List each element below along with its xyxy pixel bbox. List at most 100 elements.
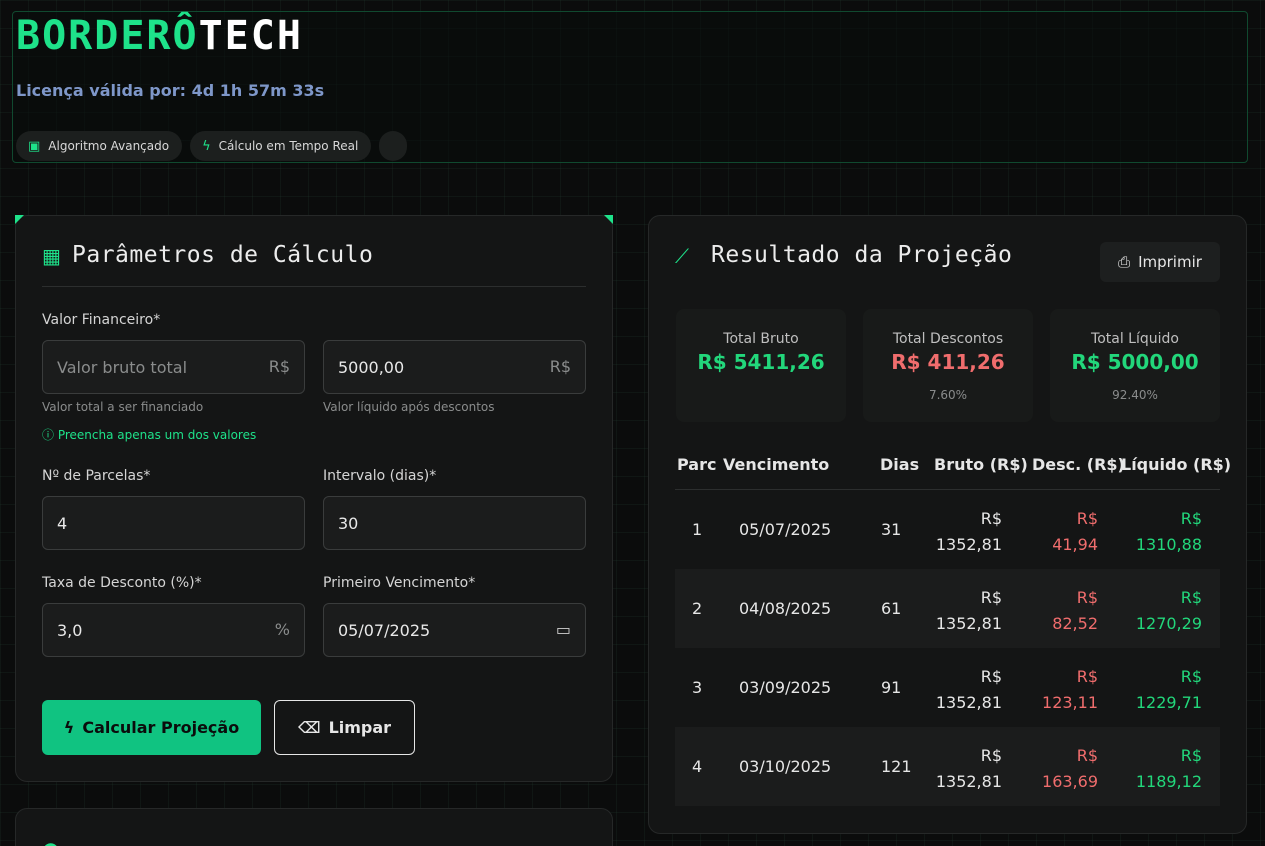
vencimento-value: 05/07/2025	[338, 620, 431, 640]
cell-vencimento: 04/08/2025	[739, 599, 832, 618]
logo-part2: TECH	[198, 13, 303, 59]
print-button[interactable]: ⎙ Imprimir	[1100, 242, 1220, 282]
stat-total-bruto: Total Bruto R$ 5411,26	[676, 309, 846, 422]
parcelas-input[interactable]: 4	[42, 496, 305, 550]
cell-desc: R$ 123,11	[1042, 667, 1098, 712]
bruto-hint: Valor total a ser financiado	[42, 400, 204, 414]
divider	[42, 286, 586, 287]
currency-suffix: R$	[549, 357, 571, 376]
calendar-icon[interactable]: ▭	[556, 620, 571, 639]
stat-total-liquido: Total Líquido R$ 5000,00 92.40%	[1050, 309, 1220, 422]
calculator-icon: ▦	[42, 244, 61, 268]
cell-parc: 2	[692, 599, 703, 618]
logo-part1: BORDERÔ	[16, 13, 199, 59]
cell-parc: 4	[692, 757, 703, 776]
info-icon: ●	[42, 837, 59, 846]
vencimento-label: Primeiro Vencimento*	[323, 575, 476, 591]
app-header: BORDERÔTECH Licença válida por: 4d 1h 57…	[12, 11, 1248, 163]
cell-dias: 91	[881, 678, 902, 697]
stat-pct: 92.40%	[1112, 388, 1158, 402]
table-row: 2 04/08/2025 61 R$ 1352,81 R$ 82,52 R$ 1270,2…	[675, 569, 1220, 648]
table-row: 3 03/09/2025 91 R$ 1352,81 R$ 123,11 R$ 1229,…	[675, 648, 1220, 727]
stat-title: Total Bruto	[723, 331, 799, 347]
logo: BORDERÔTECH	[16, 14, 303, 58]
cell-vencimento: 05/07/2025	[739, 520, 832, 539]
taxa-input[interactable]: 3,0 %	[42, 603, 305, 657]
limpar-button[interactable]: ⌫ Limpar	[274, 700, 415, 755]
valor-liquido-value: 5000,00	[338, 357, 405, 377]
currency-suffix: R$	[268, 357, 290, 376]
result-title: Resultado da Projeção	[711, 242, 1013, 268]
stat-title: Total Descontos	[892, 331, 1004, 347]
parcelas-label: Nº de Parcelas*	[42, 468, 151, 484]
taxa-value: 3,0	[57, 620, 83, 640]
stat-value: R$ 5000,00	[1071, 350, 1199, 374]
intervalo-value: 30	[338, 513, 359, 533]
note-text: Preencha apenas um dos valores	[57, 428, 257, 442]
intervalo-label: Intervalo (dias)*	[323, 468, 437, 484]
valor-bruto-placeholder: Valor bruto total	[57, 357, 188, 377]
cell-liquido: R$ 1189,12	[1135, 746, 1202, 791]
eraser-icon: ⌫	[297, 718, 321, 737]
cell-liquido: R$ 1310,88	[1135, 509, 1202, 554]
valor-liquido-input[interactable]: 5000,00 R$	[323, 340, 586, 394]
params-card: ▦ Parâmetros de Cálculo Valor Financeiro…	[15, 215, 613, 782]
cell-vencimento: 03/09/2025	[739, 678, 832, 697]
stat-value: R$ 411,26	[891, 350, 1005, 374]
calcular-button[interactable]: ϟ Calcular Projeção	[42, 700, 261, 755]
cell-vencimento: 03/10/2025	[739, 757, 832, 776]
chip-icon: ▣	[28, 138, 41, 154]
chip-label: Algoritmo Avançado	[48, 139, 170, 153]
cell-dias: 31	[881, 520, 902, 539]
info-icon: ⓘ	[42, 428, 55, 442]
cell-bruto: R$ 1352,81	[935, 746, 1002, 791]
chip-algoritmo: ▣ Algoritmo Avançado	[16, 131, 183, 161]
intervalo-input[interactable]: 30	[323, 496, 586, 550]
cell-liquido: R$ 1229,71	[1135, 667, 1202, 712]
valor-label: Valor Financeiro*	[42, 312, 161, 328]
cell-desc: R$ 163,69	[1042, 746, 1098, 791]
cell-desc: R$ 41,94	[1052, 509, 1098, 554]
cell-parc: 1	[692, 520, 703, 539]
result-card: ⟋ Resultado da Projeção ⎙ Imprimir Total…	[648, 215, 1247, 834]
cell-dias: 61	[881, 599, 902, 618]
cell-dias: 121	[881, 757, 912, 776]
license-countdown: Licença válida por: 4d 1h 57m 33s	[16, 81, 325, 100]
col-vencimento: Vencimento	[723, 455, 830, 474]
col-liquido: Líquido (R$)	[1121, 455, 1232, 474]
vencimento-date-input[interactable]: 05/07/2025 ▭	[323, 603, 586, 657]
cell-parc: 3	[692, 678, 703, 697]
col-desc: Desc. (R$)	[1032, 455, 1125, 474]
printer-icon: ⎙	[1118, 253, 1131, 271]
taxa-label: Taxa de Desconto (%)*	[42, 575, 202, 591]
cell-liquido: R$ 1270,29	[1135, 588, 1202, 633]
table-row: 1 05/07/2025 31 R$ 1352,81 R$ 41,94 R$ 1310,8…	[675, 490, 1220, 569]
chip-empty	[379, 131, 408, 161]
stat-total-descontos: Total Descontos R$ 411,26 7.60%	[863, 309, 1033, 422]
stat-pct: 7.60%	[928, 388, 968, 402]
chip-label: Cálculo em Tempo Real	[218, 139, 359, 153]
cell-bruto: R$ 1352,81	[935, 667, 1002, 712]
print-label: Imprimir	[1138, 253, 1202, 271]
liquido-hint: Valor líquido após descontos	[323, 400, 495, 414]
table-row: 4 03/10/2025 121 R$ 1352,81 R$ 163,69 R$ 1189…	[675, 727, 1220, 806]
fill-one-note: ⓘ Preencha apenas um dos valores	[42, 426, 256, 443]
cell-bruto: R$ 1352,81	[935, 509, 1002, 554]
installments-table: Parc Vencimento Dias Bruto (R$) Desc. (R…	[675, 444, 1231, 806]
valor-bruto-input[interactable]: Valor bruto total R$	[42, 340, 305, 394]
stat-title: Total Líquido	[1091, 331, 1179, 347]
percent-suffix: %	[274, 620, 290, 639]
stat-value: R$ 5411,26	[697, 350, 825, 374]
bolt-icon: ϟ	[63, 718, 75, 737]
info-card: ●	[15, 808, 613, 846]
params-title: Parâmetros de Cálculo	[72, 242, 374, 268]
parcelas-value: 4	[57, 513, 68, 533]
limpar-label: Limpar	[328, 718, 392, 737]
col-dias: Dias	[880, 455, 920, 474]
col-bruto: Bruto (R$)	[934, 455, 1028, 474]
bolt-icon: ϟ	[202, 138, 211, 154]
cell-bruto: R$ 1352,81	[935, 588, 1002, 633]
calcular-label: Calcular Projeção	[82, 718, 240, 737]
chart-line-icon: ⟋	[675, 244, 689, 268]
cell-desc: R$ 82,52	[1052, 588, 1098, 633]
